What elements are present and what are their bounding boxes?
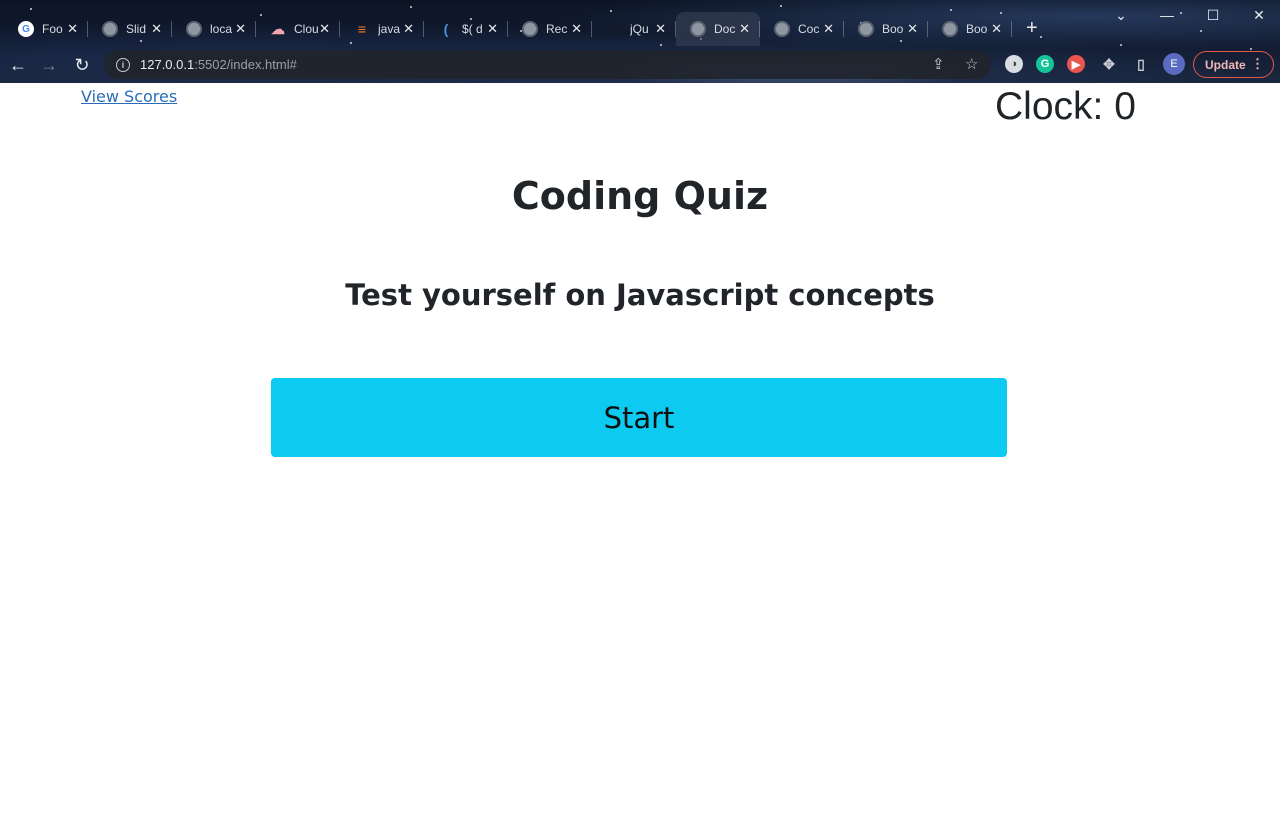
browser-tab[interactable]: Boo ✕ bbox=[928, 12, 1012, 46]
browser-tab[interactable]: ( jQu ✕ bbox=[592, 12, 676, 46]
maximize-icon[interactable]: ☐ bbox=[1198, 4, 1228, 26]
profile-avatar[interactable]: E bbox=[1163, 53, 1185, 75]
tab-label: Foo bbox=[42, 22, 63, 36]
stackoverflow-icon: ≡ bbox=[357, 21, 367, 37]
tab-close-icon[interactable]: ✕ bbox=[235, 21, 246, 37]
start-button[interactable]: Start bbox=[271, 378, 1007, 457]
tab-label: Coc bbox=[798, 22, 820, 36]
browser-tab[interactable]: Doc ✕ bbox=[676, 12, 760, 46]
browser-tab[interactable]: loca ✕ bbox=[172, 12, 256, 46]
globe-icon bbox=[522, 21, 538, 37]
star-dot bbox=[1200, 30, 1202, 32]
page-subtitle: Test yourself on Javascript concepts bbox=[345, 278, 935, 312]
browser-toolbar: ← → ↻ i 127.0.0.1:5502/index.html# ⇪ ☆ ◑… bbox=[0, 46, 1280, 83]
globe-icon bbox=[690, 21, 706, 37]
address-bar[interactable]: i 127.0.0.1:5502/index.html# ⇪ ☆ bbox=[104, 50, 991, 79]
extension-1-icon[interactable]: ◑ bbox=[1005, 55, 1023, 73]
browser-tab[interactable]: Slid ✕ bbox=[88, 12, 172, 46]
tab-close-icon[interactable]: ✕ bbox=[739, 21, 750, 37]
tab-close-icon[interactable]: ✕ bbox=[67, 21, 78, 37]
tab-label: Boo bbox=[966, 22, 988, 36]
browser-tab[interactable]: G Foo ✕ bbox=[4, 12, 88, 46]
tab-label: Doc bbox=[714, 22, 736, 36]
tab-strip: G Foo ✕ Slid ✕ loca ✕ ☁ Clou ✕ ≡ java ✕($( d ✕ Rec ✕(jQ… bbox=[0, 12, 1100, 46]
tab-separator bbox=[1011, 21, 1012, 37]
tab-close-icon[interactable]: ✕ bbox=[403, 21, 414, 37]
tab-close-icon[interactable]: ✕ bbox=[655, 21, 666, 37]
url-host: 127.0.0.1 bbox=[140, 57, 195, 72]
grammarly-icon[interactable]: G bbox=[1036, 55, 1054, 73]
browser-tab[interactable]: Coc ✕ bbox=[760, 12, 844, 46]
page-content: View Scores Clock: 0 Coding Quiz Test yo… bbox=[0, 83, 1280, 817]
url-path: :5502/index.html# bbox=[194, 57, 297, 72]
cloud-icon: ☁ bbox=[271, 20, 285, 37]
tab-search-icon[interactable]: ⌄ bbox=[1106, 4, 1136, 26]
tab-label: jQu bbox=[630, 22, 649, 36]
forward-icon[interactable]: → bbox=[38, 54, 60, 76]
globe-icon bbox=[102, 21, 118, 37]
close-window-icon[interactable]: ✕ bbox=[1244, 4, 1274, 26]
site-info-icon[interactable]: i bbox=[116, 57, 130, 72]
view-scores-link[interactable]: View Scores bbox=[81, 87, 177, 106]
new-tab-button[interactable]: + bbox=[1026, 17, 1038, 39]
url-text: 127.0.0.1:5502/index.html# bbox=[140, 57, 297, 72]
browser-tab[interactable]: ≡ java ✕ bbox=[340, 12, 424, 46]
tab-close-icon[interactable]: ✕ bbox=[151, 21, 162, 37]
tab-label: java bbox=[378, 22, 401, 36]
tab-close-icon[interactable]: ✕ bbox=[319, 21, 330, 37]
clock-display: Clock: 0 bbox=[995, 85, 1136, 128]
bookmark-star-icon[interactable]: ☆ bbox=[965, 55, 978, 73]
share-icon[interactable]: ⇪ bbox=[932, 55, 945, 73]
tab-label: $( d bbox=[462, 22, 483, 36]
extension-3-icon[interactable]: ▶ bbox=[1067, 55, 1085, 73]
back-icon[interactable]: ← bbox=[7, 54, 29, 76]
update-button[interactable]: Update ⋮ bbox=[1193, 51, 1274, 78]
tab-close-icon[interactable]: ✕ bbox=[907, 21, 918, 37]
globe-icon bbox=[942, 21, 958, 37]
update-label: Update bbox=[1205, 57, 1246, 72]
tab-label: Boo bbox=[882, 22, 904, 36]
browser-tab[interactable]: Boo ✕ bbox=[844, 12, 928, 46]
google-icon: G bbox=[18, 21, 34, 37]
star-dot bbox=[30, 8, 32, 10]
star-dot bbox=[950, 9, 952, 11]
jquery-icon: ( bbox=[611, 21, 617, 37]
star-dot bbox=[410, 6, 412, 8]
browser-chrome: G Foo ✕ Slid ✕ loca ✕ ☁ Clou ✕ ≡ java ✕($( d ✕ Rec ✕(jQ… bbox=[0, 0, 1280, 83]
star-dot bbox=[780, 5, 782, 7]
page-title: Coding Quiz bbox=[511, 174, 769, 218]
tab-close-icon[interactable]: ✕ bbox=[991, 21, 1002, 37]
globe-icon bbox=[774, 21, 790, 37]
tab-label: Slid bbox=[126, 22, 147, 36]
minimize-icon[interactable]: — bbox=[1152, 4, 1182, 26]
side-panel-icon[interactable]: ▯ bbox=[1132, 55, 1150, 73]
tab-label: loca bbox=[210, 22, 233, 36]
browser-tab[interactable]: Rec ✕ bbox=[508, 12, 592, 46]
browser-tab[interactable]: ☁ Clou ✕ bbox=[256, 12, 340, 46]
extensions-puzzle-icon[interactable]: ✥ bbox=[1100, 55, 1118, 73]
tab-label: Rec bbox=[546, 22, 568, 36]
reload-icon[interactable]: ↻ bbox=[71, 54, 93, 76]
globe-icon bbox=[858, 21, 874, 37]
tab-close-icon[interactable]: ✕ bbox=[823, 21, 834, 37]
tab-close-icon[interactable]: ✕ bbox=[487, 21, 498, 37]
menu-kebab-icon[interactable]: ⋮ bbox=[1251, 56, 1264, 72]
tab-close-icon[interactable]: ✕ bbox=[571, 21, 582, 37]
browser-tab[interactable]: ( $( d ✕ bbox=[424, 12, 508, 46]
globe-icon bbox=[186, 21, 202, 37]
jquery-icon: ( bbox=[443, 21, 449, 37]
tab-label: Clou bbox=[294, 22, 319, 36]
